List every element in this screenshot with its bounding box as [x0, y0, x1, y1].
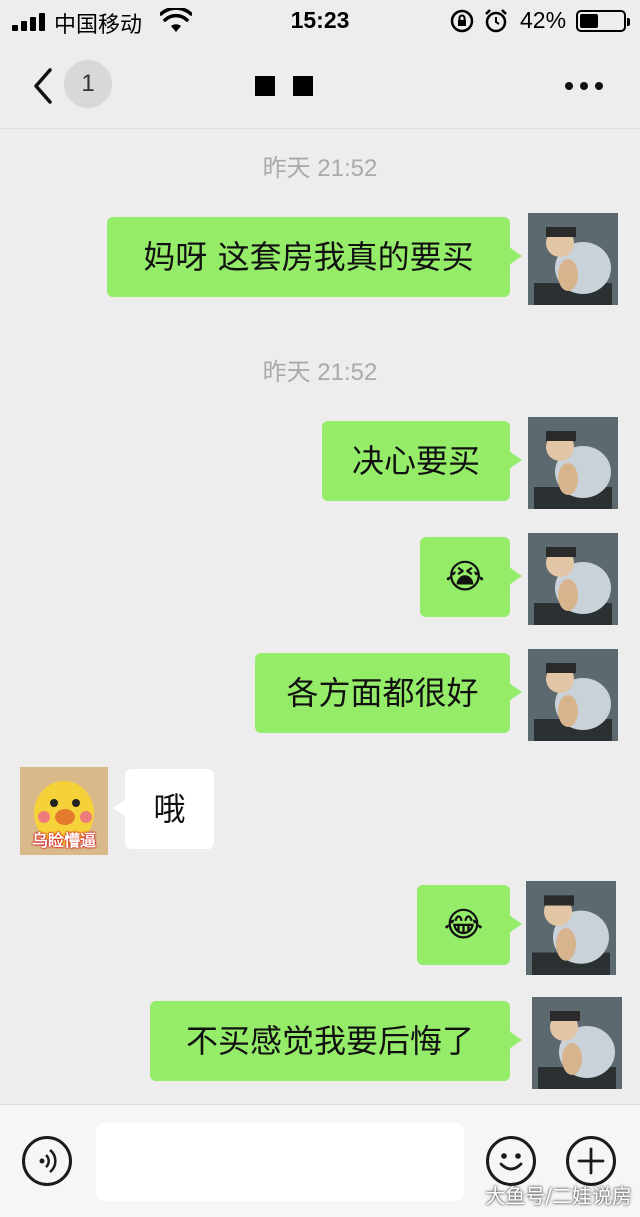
emoji-button[interactable] — [486, 1136, 536, 1186]
watermark-text: 大鱼号/二娃说房 — [485, 1184, 632, 1208]
message-timestamp: 昨天 21:52 — [262, 359, 378, 386]
sent-emoji-bubble[interactable]: 😭 — [420, 537, 522, 617]
sent-message-bubble[interactable]: 决心要买 — [322, 421, 522, 501]
voice-input-button[interactable] — [22, 1136, 72, 1186]
chat-title-redacted — [255, 76, 313, 96]
my-avatar[interactable] — [528, 649, 618, 741]
my-avatar[interactable] — [528, 417, 618, 509]
received-message-bubble[interactable]: 哦 — [113, 769, 214, 849]
sent-message-bubble[interactable]: 各方面都很好 — [255, 653, 522, 733]
voice-icon — [39, 1149, 57, 1173]
contact-avatar[interactable]: 乌睑懵逼 — [20, 767, 108, 855]
alarm-icon — [485, 9, 507, 33]
battery-icon — [576, 10, 630, 32]
my-avatar[interactable] — [528, 533, 618, 625]
redacted-block — [293, 76, 313, 96]
my-avatar[interactable] — [528, 213, 618, 305]
sent-emoji-bubble[interactable]: 😂 — [417, 885, 522, 965]
chat-input-bar: 大鱼号/二娃说房 — [0, 1104, 640, 1217]
rotation-lock-icon — [450, 9, 474, 33]
status-bar: 中国移动 15:23 42% — [0, 0, 640, 44]
battery-percent: 42% — [520, 7, 567, 33]
avatar-caption: 乌睑懵逼 — [31, 831, 96, 850]
message-timestamp: 昨天 21:52 — [262, 155, 378, 182]
my-avatar[interactable] — [526, 881, 616, 975]
sent-message-bubble[interactable]: 不买感觉我要后悔了 — [150, 1001, 522, 1081]
my-avatar[interactable] — [532, 997, 622, 1089]
back-chevron-icon[interactable] — [26, 64, 62, 108]
more-options-icon[interactable] — [560, 74, 608, 98]
sent-message-bubble[interactable]: 妈呀 这套房我真的要买 — [107, 217, 522, 297]
more-functions-button[interactable] — [566, 1136, 616, 1186]
redacted-block — [255, 76, 275, 96]
message-input[interactable] — [96, 1123, 464, 1201]
plus-icon — [577, 1147, 605, 1175]
unread-count-badge[interactable]: 1 — [64, 60, 112, 108]
smiley-icon — [499, 1153, 523, 1171]
chat-header: 1 — [0, 44, 640, 129]
